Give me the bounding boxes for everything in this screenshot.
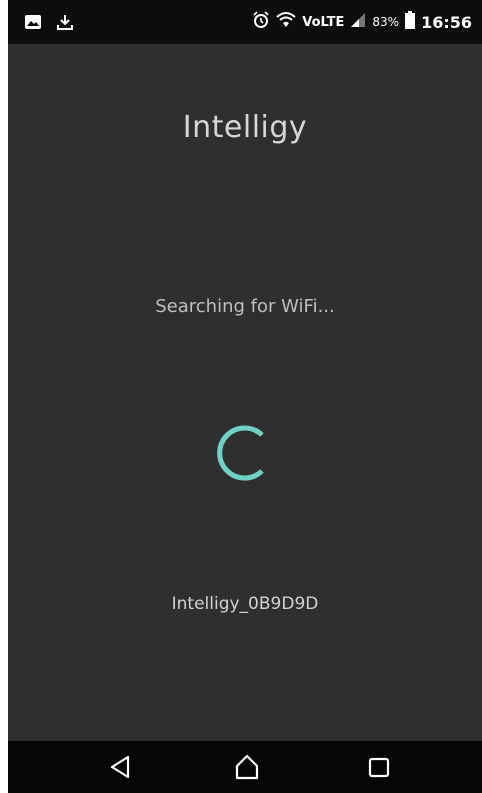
clock: 16:56	[421, 12, 472, 32]
download-icon	[56, 13, 74, 35]
loading-spinner-icon	[217, 425, 264, 481]
recents-button[interactable]	[365, 753, 393, 781]
battery-percent: 83%	[372, 15, 400, 29]
network-type: VoLTE	[302, 14, 345, 30]
signal-icon	[350, 12, 366, 32]
battery-icon	[405, 11, 416, 33]
navigation-bar	[8, 741, 482, 793]
status-bar: VoLTE 83% 16:56	[8, 0, 482, 44]
home-button[interactable]	[233, 753, 261, 781]
searching-status-text: Searching for WiFi...	[155, 296, 335, 317]
alarm-icon	[252, 11, 270, 33]
device-name-label: Intelligy_0B9D9D	[171, 594, 319, 614]
back-button[interactable]	[106, 753, 134, 781]
recents-icon	[368, 757, 390, 778]
wifi-icon	[276, 11, 296, 33]
status-bar-left	[24, 13, 74, 35]
back-icon	[110, 755, 130, 779]
home-icon	[235, 754, 259, 780]
phone-screen: VoLTE 83% 16:56 Intelligy Searching for …	[8, 0, 482, 793]
status-bar-right: VoLTE 83% 16:56	[252, 11, 472, 33]
image-icon	[24, 14, 42, 34]
app-title: Intelligy	[182, 110, 308, 145]
